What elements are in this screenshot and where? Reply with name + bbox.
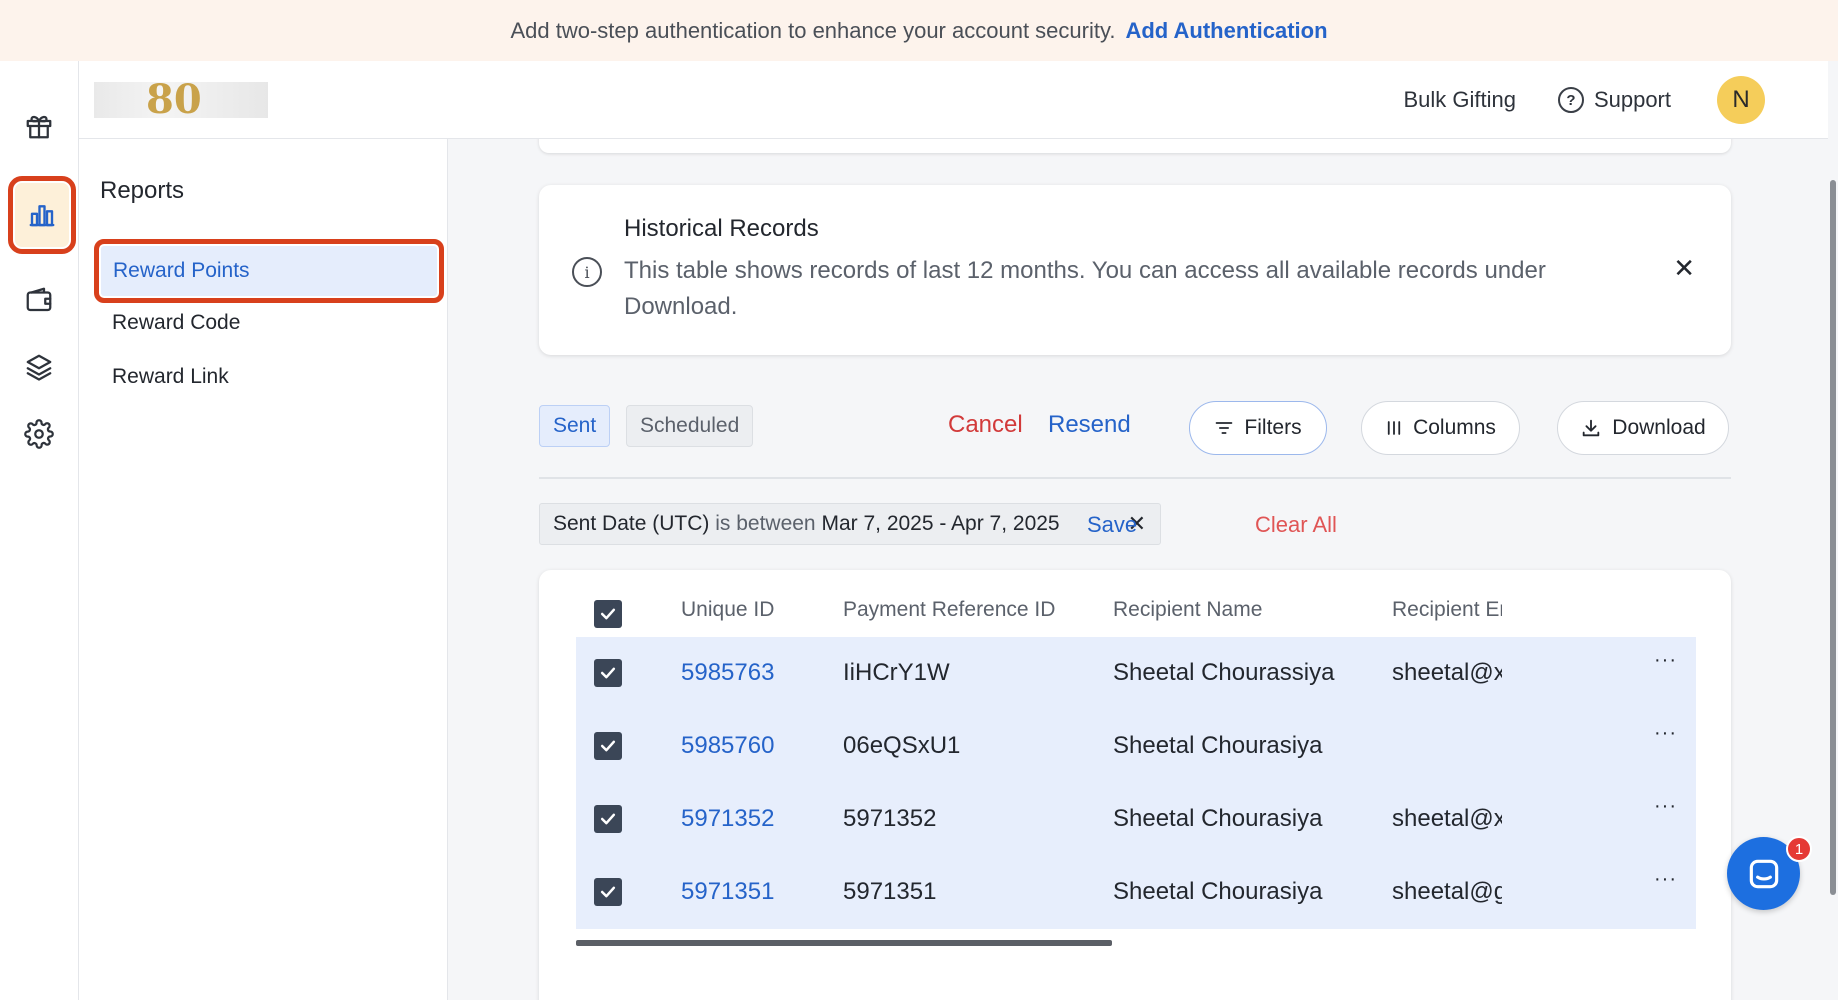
recipient-email-cell: sheetal@g: [1392, 878, 1502, 905]
brand-logo[interactable]: 80: [94, 82, 268, 118]
filter-operator: is between: [715, 512, 816, 535]
column-payment-reference-id[interactable]: Payment Reference ID: [843, 598, 1055, 622]
filter-icon: [1216, 422, 1233, 434]
select-all-checkbox[interactable]: [594, 600, 622, 628]
rail-wallet[interactable]: [18, 279, 60, 321]
chat-icon: [1749, 859, 1778, 888]
download-icon: [1583, 419, 1600, 437]
check-icon: [600, 608, 616, 620]
add-authentication-link[interactable]: Add Authentication: [1125, 18, 1327, 44]
unique-id-link[interactable]: 5971352: [681, 805, 774, 833]
recipient-name-cell: Sheetal Chourasiya: [1113, 878, 1323, 905]
save-filter-button[interactable]: Save: [1087, 512, 1137, 538]
columns-label: Columns: [1413, 416, 1496, 439]
support-link[interactable]: ? Support: [1557, 87, 1671, 113]
sidebar-title: Reports: [100, 177, 185, 204]
avatar[interactable]: N: [1717, 76, 1765, 124]
rail-settings[interactable]: [18, 413, 60, 455]
check-icon: [600, 813, 616, 825]
recipient-email-cell: sheetal@x: [1392, 805, 1502, 832]
bulk-gifting-link[interactable]: Bulk Gifting: [1403, 87, 1516, 113]
unique-id-link[interactable]: 5985763: [681, 659, 774, 687]
columns-button[interactable]: Columns: [1361, 401, 1520, 455]
check-icon: [600, 886, 616, 898]
recipient-name-cell: Sheetal Chourassiya: [1113, 659, 1335, 686]
main-content: i Historical Records This table shows re…: [449, 139, 1838, 1000]
payment-ref-cell: 5971351: [843, 878, 937, 905]
filter-field: Sent Date (UTC): [553, 512, 710, 535]
column-recipient-email[interactable]: Recipient Er: [1392, 598, 1502, 622]
filter-value: Mar 7, 2025 - Apr 7, 2025: [821, 512, 1060, 535]
records-toolbar: Sent Scheduled Cancel Resend Filters Col…: [539, 401, 1731, 465]
filters-label: Filters: [1244, 416, 1302, 439]
rail-layers[interactable]: [18, 346, 60, 388]
payment-ref-cell: IiHCrY1W: [843, 659, 950, 686]
row-menu-icon[interactable]: ···: [1654, 795, 1677, 818]
download-label: Download: [1612, 416, 1706, 439]
recipient-name-cell: Sheetal Chourasiya: [1113, 805, 1323, 832]
unique-id-link[interactable]: 5985760: [681, 732, 774, 760]
columns-icon: [1387, 421, 1401, 435]
unique-id-link[interactable]: 5971351: [681, 878, 774, 906]
row-checkbox[interactable]: [594, 878, 622, 906]
bulk-gifting-label: Bulk Gifting: [1403, 87, 1516, 112]
previous-card: [539, 139, 1731, 153]
notice-title: Historical Records: [624, 215, 819, 242]
banner-text: Add two-step authentication to enhance y…: [510, 17, 1116, 43]
recipient-email-cell: sheetal@x: [1392, 659, 1502, 686]
records-table: Unique ID Payment Reference ID Recipient…: [539, 570, 1731, 1000]
table-row[interactable]: 5985763 IiHCrY1W Sheetal Chourassiya she…: [576, 637, 1696, 710]
row-menu-icon[interactable]: ···: [1654, 649, 1677, 672]
rail-gifts[interactable]: [18, 105, 60, 147]
security-banner: Add two-step authentication to enhance y…: [0, 0, 1838, 61]
sidebar-item-reward-link[interactable]: Reward Link: [112, 365, 229, 389]
check-icon: [600, 667, 616, 679]
gift-icon: [26, 115, 52, 139]
horizontal-scrollbar[interactable]: [576, 940, 1112, 946]
info-icon: i: [572, 257, 602, 287]
historical-records-notice: i Historical Records This table shows re…: [539, 185, 1731, 355]
row-checkbox[interactable]: [594, 659, 622, 687]
icon-rail: [0, 61, 79, 1000]
table-row[interactable]: 5971351 5971351 Sheetal Chourasiya sheet…: [576, 856, 1696, 929]
tab-scheduled[interactable]: Scheduled: [626, 405, 754, 447]
wallet-icon: [26, 287, 52, 312]
sidebar-item-reward-code[interactable]: Reward Code: [112, 311, 240, 335]
sidebar-item-reward-points[interactable]: Reward Points: [94, 239, 444, 303]
help-icon: ?: [1557, 87, 1584, 113]
active-filter-chip[interactable]: Sent Date (UTC) is between Mar 7, 2025 -…: [539, 503, 1161, 545]
check-icon: [600, 740, 616, 752]
download-button[interactable]: Download: [1557, 401, 1729, 455]
clear-all-button[interactable]: Clear All: [1255, 512, 1337, 538]
support-label: Support: [1593, 87, 1671, 112]
top-header: 80 Bulk Gifting ? Support N: [79, 61, 1828, 139]
notification-badge: 1: [1786, 836, 1812, 862]
column-unique-id[interactable]: Unique ID: [681, 598, 774, 622]
resend-button[interactable]: Resend: [1048, 411, 1131, 439]
table-row[interactable]: 5985760 06eQSxU1 Sheetal Chourasiya ···: [576, 710, 1696, 783]
payment-ref-cell: 5971352: [843, 805, 937, 832]
recipient-name-cell: Sheetal Chourasiya: [1113, 732, 1323, 759]
vertical-scrollbar[interactable]: [1830, 180, 1836, 895]
column-recipient-name[interactable]: Recipient Name: [1113, 598, 1262, 622]
layers-icon: [26, 354, 52, 381]
row-checkbox[interactable]: [594, 805, 622, 833]
tab-sent[interactable]: Sent: [539, 405, 611, 447]
reports-sidebar: Reports Reward Points Reward Code Reward…: [79, 139, 448, 1000]
payment-ref-cell: 06eQSxU1: [843, 732, 961, 759]
row-menu-icon[interactable]: ···: [1654, 722, 1677, 745]
cancel-button[interactable]: Cancel: [948, 411, 1023, 439]
filters-button[interactable]: Filters: [1189, 401, 1327, 455]
rail-reports[interactable]: [8, 176, 76, 254]
chart-icon: [29, 205, 55, 227]
logo-text: 80: [146, 82, 202, 118]
notice-text: This table shows records of last 12 mont…: [624, 257, 1546, 320]
toolbar-divider: [539, 477, 1731, 479]
close-icon[interactable]: ✕: [1673, 253, 1695, 284]
row-menu-icon[interactable]: ···: [1654, 868, 1677, 891]
table-row[interactable]: 5971352 5971352 Sheetal Chourasiya sheet…: [576, 783, 1696, 856]
gear-icon: [24, 419, 54, 449]
row-checkbox[interactable]: [594, 732, 622, 760]
